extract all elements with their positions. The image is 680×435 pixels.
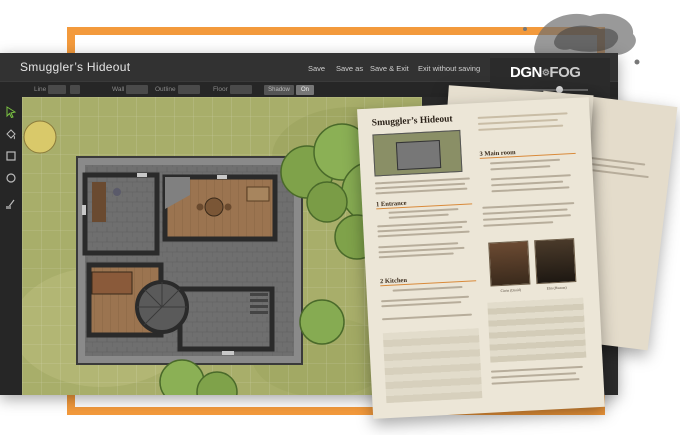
shadow-button[interactable]: Shadow bbox=[264, 85, 294, 95]
line-field[interactable] bbox=[48, 85, 66, 94]
wall-label: Wall bbox=[112, 86, 125, 93]
stat-block bbox=[487, 297, 587, 363]
portrait-caption-druid: Cirrin (Druid) bbox=[500, 287, 521, 294]
square-tool-icon[interactable] bbox=[4, 149, 18, 163]
wall-field[interactable] bbox=[126, 85, 148, 94]
section-main-room: 3 Main room bbox=[479, 145, 576, 159]
paper-title: Smuggler’s Hideout bbox=[371, 114, 453, 129]
paper-map-thumbnail bbox=[372, 129, 463, 177]
select-arrow-icon[interactable] bbox=[4, 105, 18, 119]
portrait-druid bbox=[488, 240, 531, 287]
outline-label: Outline bbox=[155, 86, 176, 93]
random-events-table bbox=[382, 328, 483, 404]
section-kitchen: 2 Kitchen bbox=[379, 273, 477, 287]
shadow-toggle[interactable]: On bbox=[296, 85, 314, 95]
line-label: Line bbox=[34, 86, 47, 93]
adventure-paper: Smuggler’s Hideout 1 Entrance 2 Kitchen … bbox=[357, 97, 605, 419]
map-title: Smuggler’s Hideout bbox=[20, 60, 131, 74]
circle-tool-icon[interactable] bbox=[4, 171, 18, 185]
save-exit-button[interactable]: Save & Exit bbox=[370, 64, 409, 73]
portrait-caption-human: Elm (Human) bbox=[546, 285, 567, 291]
floor-field[interactable] bbox=[230, 85, 252, 94]
app-logo: DGN⚙FOG bbox=[510, 64, 581, 81]
brush-icon[interactable] bbox=[4, 197, 18, 211]
paint-bucket-icon[interactable] bbox=[4, 127, 18, 141]
outline-field[interactable] bbox=[178, 85, 200, 94]
floor-label: Floor bbox=[213, 86, 228, 93]
save-button[interactable]: Save bbox=[308, 64, 325, 73]
portrait-human bbox=[534, 238, 577, 285]
tool-sidebar bbox=[0, 97, 22, 395]
save-as-button[interactable]: Save as bbox=[336, 64, 363, 73]
exit-without-saving-button[interactable]: Exit without saving bbox=[418, 64, 480, 73]
line-color-field[interactable] bbox=[70, 85, 80, 94]
